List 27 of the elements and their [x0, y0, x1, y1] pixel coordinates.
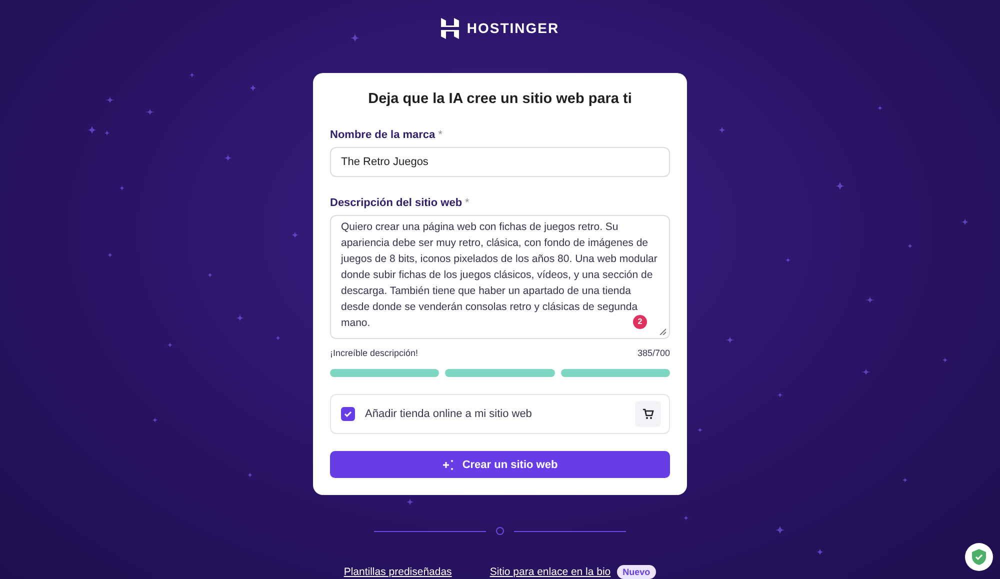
- option-label: Añadir tienda online a mi sitio web: [365, 408, 533, 420]
- resize-handle-icon[interactable]: [659, 328, 666, 335]
- shield-icon: [972, 549, 986, 565]
- card-title: Deja que la IA cree un sitio web para ti: [367, 91, 633, 107]
- brand-name-field[interactable]: The Retro Juegos: [330, 147, 670, 177]
- logo-icon: [440, 18, 459, 38]
- security-button[interactable]: [965, 543, 993, 571]
- sparkle-icon: [442, 458, 454, 470]
- page-dot[interactable]: [496, 527, 504, 535]
- check-icon: [344, 411, 352, 417]
- store-option[interactable]: Añadir tienda online a mi sitio web: [330, 394, 670, 434]
- required-mark: *: [465, 197, 470, 209]
- description-field[interactable]: Quiero crear una página web con fichas de juegos retro. Su apariencia debe ser muy retro, clásica, con fondo de imágenes de juegos de 8 bits, iconos pixelados de los años 80. Una web modular donde subir fichas de los juegos clásicos, vídeos, y una sección de descarga. También tiene que haber un apartado de una tienda desde donde se venderán consolas retro y clásicas de segunda mano. 2: [330, 215, 670, 339]
- field-label: Nombre de la marca: [330, 129, 436, 141]
- cart-button[interactable]: [635, 401, 661, 427]
- checkbox[interactable]: [341, 407, 355, 421]
- field-label: Descripción del sitio web: [330, 197, 462, 209]
- required-mark: *: [438, 129, 442, 141]
- character-counter: 385/700: [637, 348, 670, 358]
- feedback-text: ¡Increíble descripción!: [330, 348, 418, 358]
- footer-link[interactable]: Sitio para enlace en la bio: [490, 566, 611, 578]
- new-badge: Nuevo: [616, 565, 656, 579]
- issue-count-badge[interactable]: 2: [633, 315, 647, 329]
- cart-icon: [642, 408, 654, 420]
- brand-name: HOSTINGER: [466, 20, 560, 36]
- footer-link[interactable]: Plantillas prediseñadas: [344, 566, 452, 578]
- create-website-button[interactable]: Crear un sitio web: [330, 451, 670, 478]
